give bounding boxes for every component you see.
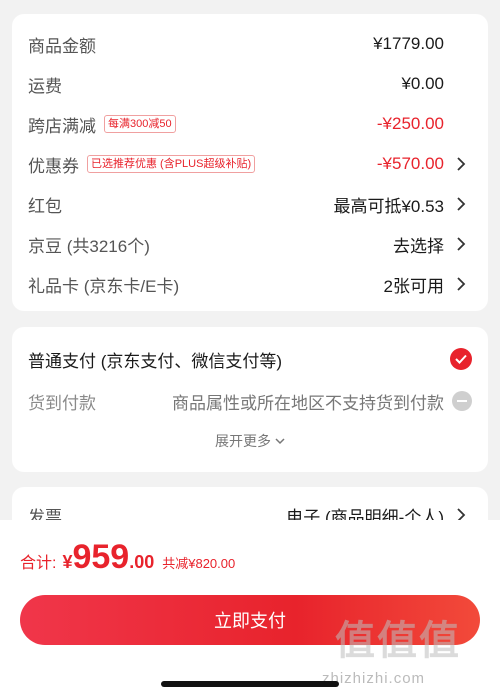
coupon-row[interactable]: 优惠券 已选推荐优惠 (含PLUS超级补贴) -¥570.00 <box>12 144 488 184</box>
chevron-right-icon <box>452 275 470 293</box>
payment-option-cod-note: 商品属性或所在地区不支持货到付款 <box>172 393 444 413</box>
gift-card-value: 2张可用 <box>383 276 444 296</box>
shipping-row: 运费 ¥0.00 <box>12 64 488 104</box>
chevron-right-icon <box>452 235 470 253</box>
jd-beans-row[interactable]: 京豆 (共3216个) 去选择 <box>12 224 488 264</box>
watermark-logo: 值值值 <box>335 619 461 663</box>
chevron-down-icon <box>275 438 285 445</box>
order-total: 合计: ¥ 959 .00 共减¥820.00 <box>20 538 235 582</box>
shipping-label: 运费 <box>28 76 62 96</box>
jd-beans-label: 京豆 (共3216个) <box>28 236 150 256</box>
gift-card-label: 礼品卡 (京东卡/E卡) <box>28 276 180 296</box>
red-packet-label: 红包 <box>28 196 62 216</box>
jd-beans-value: 去选择 <box>393 236 444 256</box>
chevron-right-icon <box>452 195 470 213</box>
shipping-value: ¥0.00 <box>401 74 444 93</box>
goods-amount-row: 商品金额 ¥1779.00 <box>12 24 488 64</box>
check-icon <box>450 348 472 370</box>
goods-amount-value: ¥1779.00 <box>373 34 444 53</box>
coupon-label: 优惠券 <box>28 156 79 176</box>
payment-option-cod-label: 货到付款 <box>28 393 96 413</box>
expand-more-label: 展开更多 <box>215 433 271 449</box>
red-packet-row[interactable]: 红包 最高可抵¥0.53 <box>12 184 488 224</box>
disabled-icon <box>452 391 472 411</box>
total-saving: 共减¥820.00 <box>162 556 236 571</box>
payment-method-card: 普通支付 (京东支付、微信支付等) 货到付款 商品属性或所在地区不支持货到付款 … <box>12 327 488 472</box>
gift-card-row[interactable]: 礼品卡 (京东卡/E卡) 2张可用 <box>12 264 488 304</box>
goods-amount-label: 商品金额 <box>28 36 96 56</box>
coupon-tag: 已选推荐优惠 (含PLUS超级补贴) <box>87 155 256 173</box>
red-packet-value: 最高可抵¥0.53 <box>333 196 444 216</box>
cross-store-discount-row: 跨店满减 每满300减50 -¥250.00 <box>12 104 488 144</box>
cross-store-discount-label: 跨店满减 <box>28 116 96 136</box>
payment-option-cod: 货到付款 商品属性或所在地区不支持货到付款 <box>12 381 488 421</box>
total-amount-integer: 959 <box>72 538 130 576</box>
total-currency: ¥ <box>62 552 73 572</box>
total-amount-decimal: .00 <box>129 552 155 572</box>
chevron-right-icon <box>452 155 470 173</box>
expand-more-button[interactable]: 展开更多 <box>12 427 488 455</box>
home-indicator[interactable] <box>161 681 339 687</box>
cross-store-discount-value: -¥250.00 <box>376 114 444 133</box>
coupon-value: -¥570.00 <box>376 154 444 173</box>
total-label: 合计: <box>20 555 57 572</box>
payment-option-online-label: 普通支付 (京东支付、微信支付等) <box>28 351 283 371</box>
checkout-bottom-bar: 合计: ¥ 959 .00 共减¥820.00 立即支付 值值值 zhizhiz… <box>0 520 500 699</box>
cross-store-discount-tag: 每满300减50 <box>104 115 176 133</box>
payment-option-online[interactable]: 普通支付 (京东支付、微信支付等) <box>12 339 488 379</box>
order-cost-card: 商品金额 ¥1779.00 运费 ¥0.00 跨店满减 每满300减50 -¥2… <box>12 14 488 311</box>
